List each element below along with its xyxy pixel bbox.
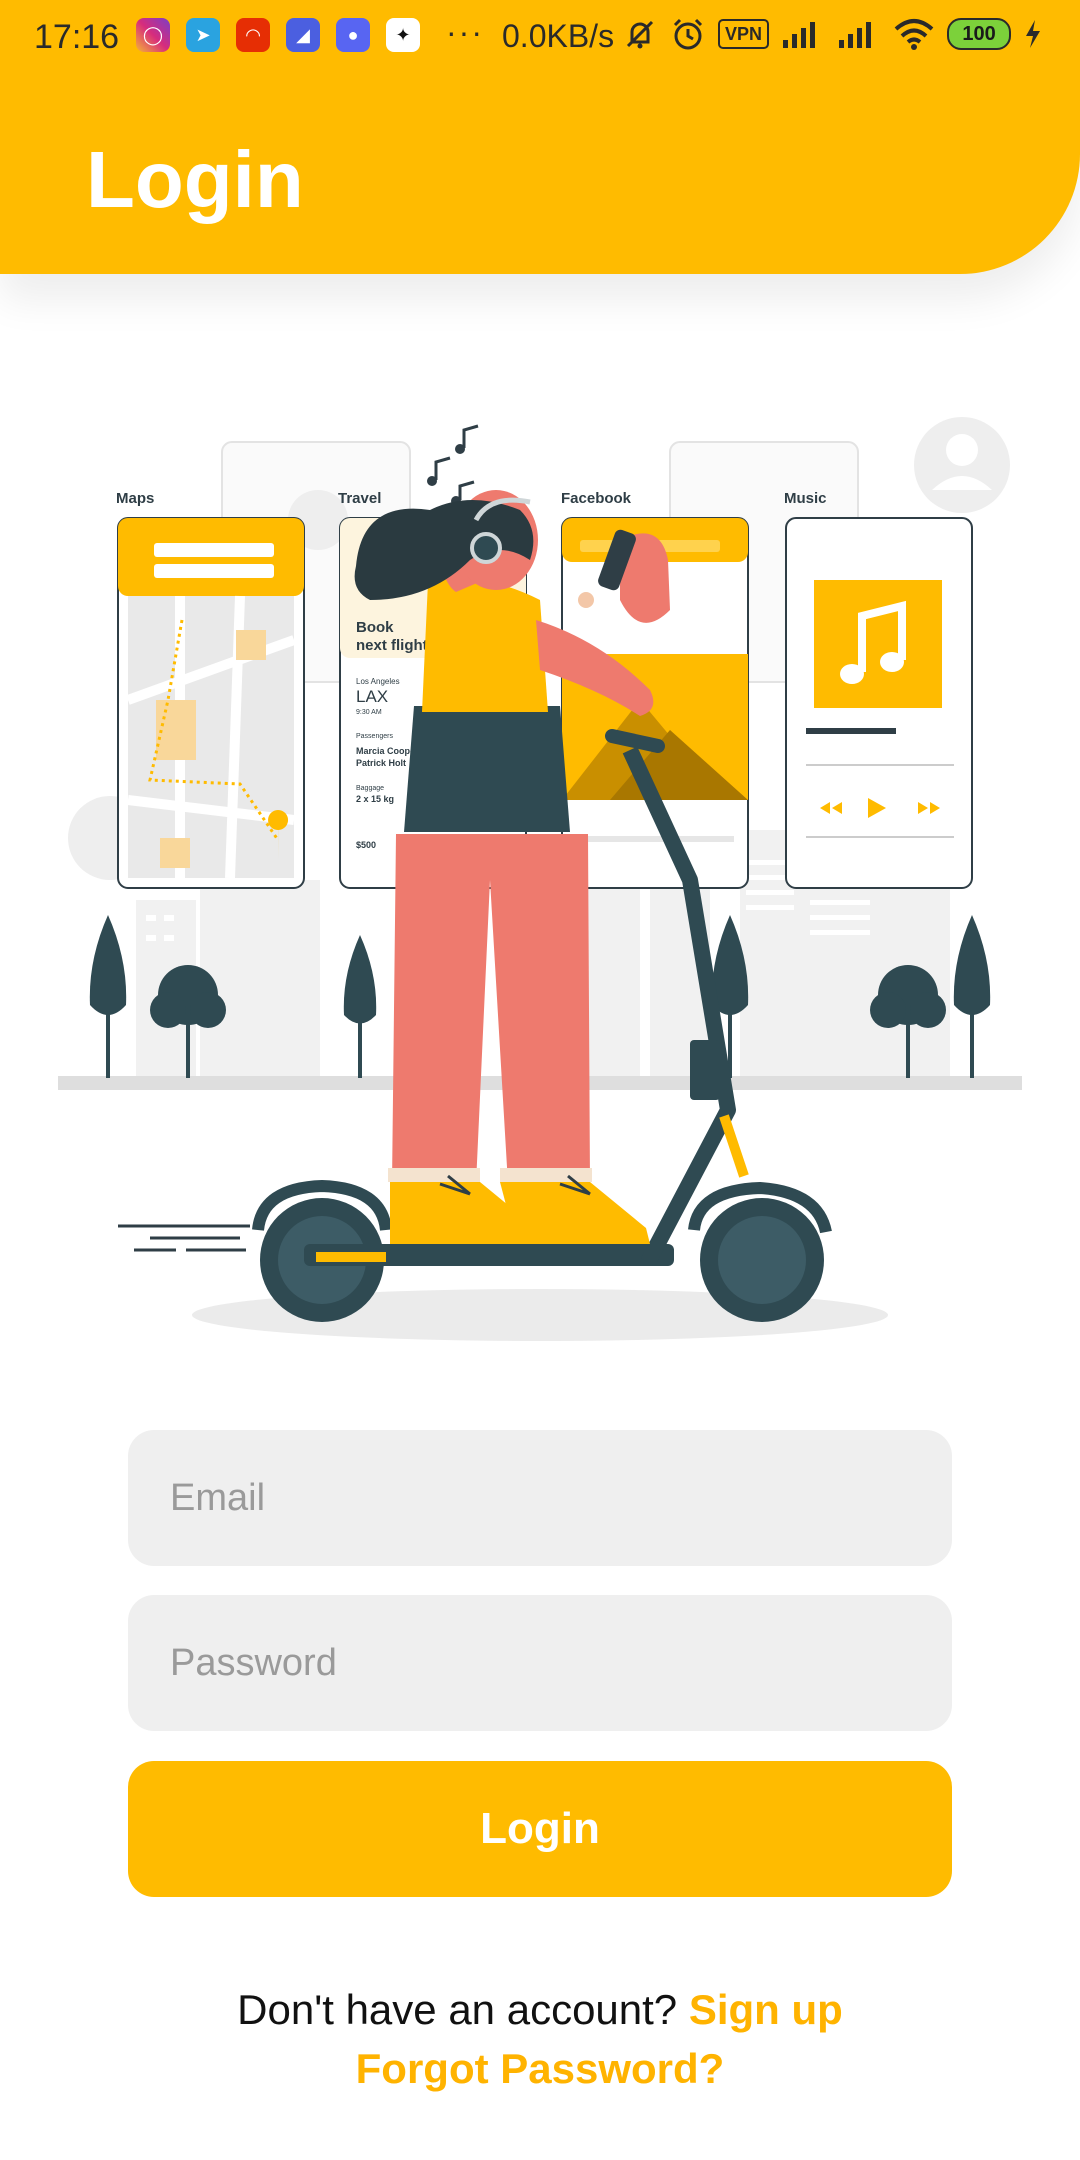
more-notifications-indicator: ··· xyxy=(446,14,484,50)
status-bar: 17:16 ◯ ➤ ◠ ◢ ● ✦ ··· 0.0KB/s VPN 100 xyxy=(0,0,1080,76)
app-icon: ◢ xyxy=(286,18,320,52)
app-header: Login xyxy=(0,76,1080,274)
svg-text:Passengers: Passengers xyxy=(356,733,393,740)
discord-icon: ● xyxy=(336,18,370,52)
aliexpress-icon: ◠ xyxy=(236,18,270,52)
svg-text:2 x 15 kg: 2 x 15 kg xyxy=(356,794,394,804)
system-status-icons: VPN 100 xyxy=(622,16,1043,52)
wifi-icon xyxy=(894,19,934,50)
signal-icon xyxy=(783,22,816,48)
svg-text:9:30 AM: 9:30 AM xyxy=(356,709,382,716)
svg-text:Marcia Coope: Marcia Coope xyxy=(356,746,415,756)
telegram-icon: ➤ xyxy=(186,18,220,52)
instagram-icon: ◯ xyxy=(136,18,170,52)
charging-icon xyxy=(1026,20,1041,48)
svg-text:next flight: next flight xyxy=(356,637,428,654)
svg-text:Baggage: Baggage xyxy=(356,785,384,792)
battery-icon: 100 xyxy=(947,18,1012,50)
login-button[interactable]: Login xyxy=(128,1761,952,1897)
page-title: Login xyxy=(86,135,304,224)
svg-text:Book: Book xyxy=(356,619,394,636)
signup-link[interactable]: Sign up xyxy=(689,1986,843,2033)
screen-label-maps: Maps xyxy=(116,490,154,507)
alarm-icon xyxy=(673,18,703,50)
notification-icons: ◯ ➤ ◠ ◢ ● ✦ xyxy=(136,18,420,52)
app-icon: ✦ xyxy=(386,18,420,52)
network-speed: 0.0KB/s xyxy=(502,18,615,54)
scooter-illustration: Maps Travel Facebook Music Book next fli… xyxy=(58,417,1022,1341)
status-time: 17:16 xyxy=(34,18,120,56)
forgot-password-row: Forgot Password? xyxy=(0,2045,1080,2093)
svg-text:$500: $500 xyxy=(356,840,376,850)
screen-label-facebook: Facebook xyxy=(561,490,632,507)
music-phone xyxy=(785,517,973,889)
forgot-password-link[interactable]: Forgot Password? xyxy=(356,2045,725,2092)
email-input[interactable] xyxy=(128,1430,952,1566)
svg-text:Patrick Holt: Patrick Holt xyxy=(356,758,406,768)
vpn-icon: VPN xyxy=(718,19,770,49)
screen-label-music: Music xyxy=(784,490,827,507)
signup-prompt-line: Don't have an account? Sign up xyxy=(0,1986,1080,2034)
mute-icon xyxy=(626,20,654,49)
signal-icon xyxy=(839,22,872,48)
signup-prompt-text: Don't have an account? xyxy=(237,1986,678,2033)
screen-label-travel: Travel xyxy=(338,490,381,507)
maps-phone xyxy=(117,517,305,889)
svg-text:Los Angeles: Los Angeles xyxy=(356,677,400,686)
svg-text:LAX: LAX xyxy=(356,687,388,706)
password-input[interactable] xyxy=(128,1595,952,1731)
